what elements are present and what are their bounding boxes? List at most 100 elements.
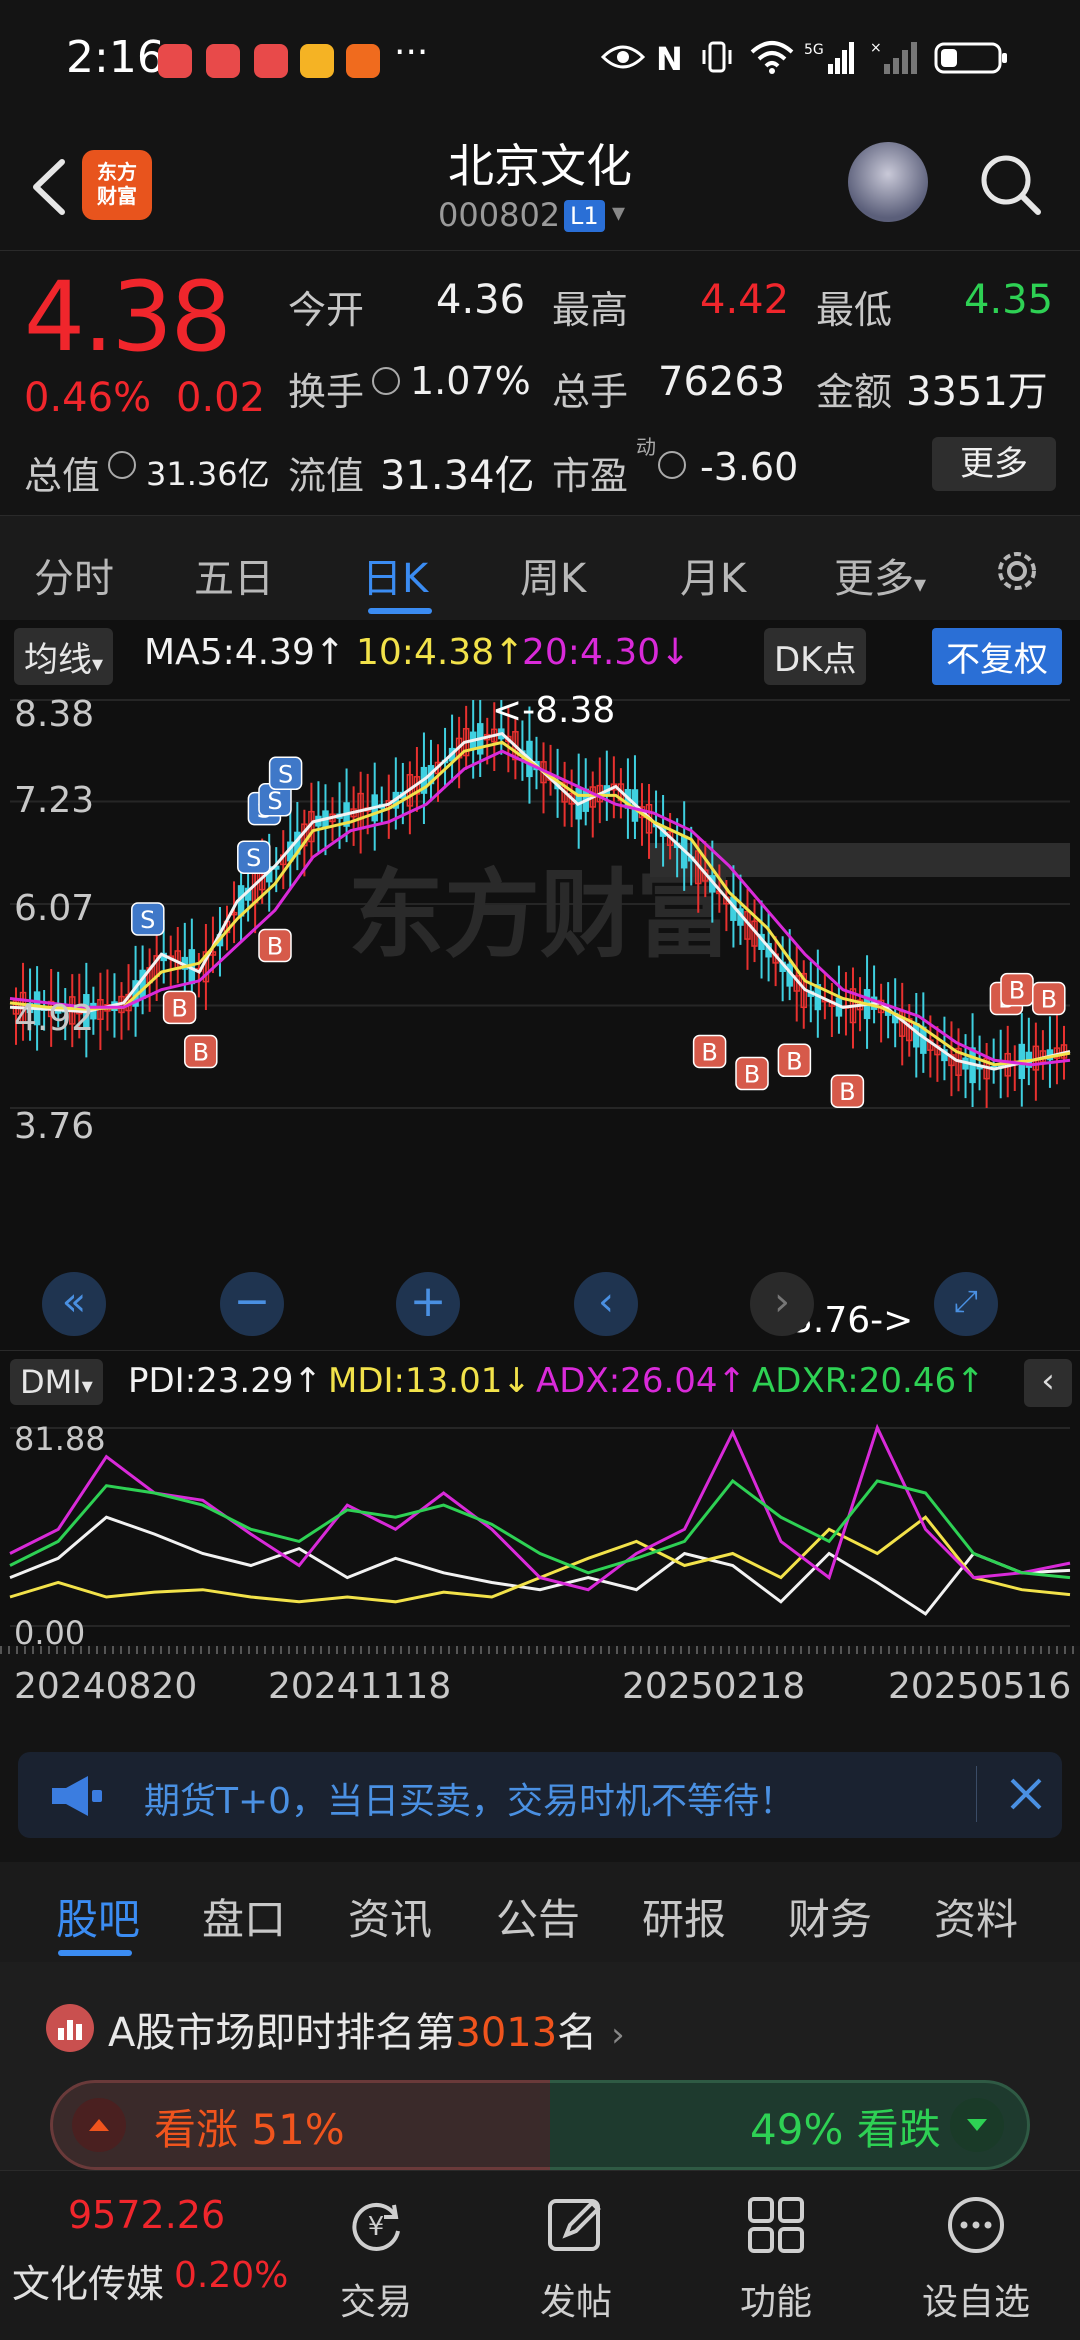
mdi-value: MDI:13.01↓ — [328, 1361, 531, 1401]
scroll-left-button[interactable]: « — [42, 1272, 106, 1336]
x-tick: 20250516 — [888, 1666, 1072, 1707]
index-quote[interactable]: 9572.26 文化传媒 0.20% — [0, 2171, 288, 2340]
dmi-chart[interactable] — [0, 1416, 1080, 1646]
zoom-in-button[interactable]: + — [396, 1272, 460, 1336]
adjust-mode-button[interactable]: 不复权 — [932, 628, 1062, 685]
tab-five-day[interactable]: 五日 — [194, 546, 274, 604]
gear-icon — [998, 552, 1036, 590]
low-value: 4.35 — [964, 277, 1054, 323]
collapse-button[interactable]: ‹ — [1024, 1359, 1072, 1407]
notification-icon — [158, 44, 192, 78]
tab-guba[interactable]: 股吧 — [56, 1886, 140, 1947]
info-tabs: 股吧 盘口 资讯 公告 研报 财务 资料 — [0, 1862, 1080, 1962]
robot-assistant-icon[interactable] — [848, 142, 928, 222]
tab-order-book[interactable]: 盘口 — [202, 1886, 286, 1947]
grid-icon — [748, 2197, 804, 2253]
nav-post[interactable]: 发帖 — [476, 2171, 676, 2340]
nfc-icon: N — [656, 40, 683, 78]
low-label: 最低 — [816, 288, 893, 332]
tab-daily-k[interactable]: 日K — [362, 546, 428, 604]
ad-text[interactable]: 期货T+0，当日买卖，交易时机不等待！ — [144, 1772, 795, 1824]
buy-signal-label: B — [744, 1061, 760, 1089]
info-icon[interactable] — [372, 367, 400, 395]
nav-functions-label: 功能 — [739, 2282, 812, 2323]
tab-profile[interactable]: 资料 — [934, 1886, 1018, 1947]
battery-icon — [934, 40, 1010, 85]
rank-chart-icon — [46, 2004, 94, 2052]
market-cap-value: 31.36亿 — [146, 455, 270, 493]
high-label: 最高 — [552, 288, 629, 332]
sub-indicator-selector[interactable]: DMI▾ — [10, 1359, 103, 1405]
caret-down-icon[interactable]: ▾ — [612, 198, 625, 228]
info-icon[interactable] — [658, 451, 686, 479]
next-button[interactable]: › — [750, 1272, 814, 1336]
dk-point-button[interactable]: DK点 — [764, 628, 867, 685]
tab-intraday[interactable]: 分时 — [34, 546, 114, 604]
chevron-left-icon: ‹ — [1041, 1361, 1055, 1401]
dmi-line-adx — [9, 1423, 1071, 1592]
chevron-left-icon: ‹ — [598, 1279, 614, 1325]
nav-add-watchlist[interactable]: 设自选 — [876, 2171, 1076, 2340]
buy-signal-label: B — [786, 1047, 802, 1075]
signal-5g-icon: 5G — [804, 40, 854, 85]
change-amount: 0.02 — [176, 375, 266, 421]
bear-label: 49% 看跌 — [750, 2105, 941, 2154]
adx-value: ADX:26.04↑ — [536, 1361, 747, 1401]
amount-label: 金额 — [816, 370, 893, 414]
y-tick: 6.07 — [14, 888, 95, 929]
y-tick: 8.38 — [14, 694, 95, 735]
rank-number: 3013 — [455, 2010, 558, 2056]
ad-banner[interactable]: 期货T+0，当日买卖，交易时机不等待！ — [18, 1752, 1062, 1838]
divider — [976, 1766, 977, 1822]
active-tab-indicator — [368, 608, 432, 614]
stock-code[interactable]: 000802 — [438, 196, 560, 234]
prev-button[interactable]: ‹ — [574, 1272, 638, 1336]
turnover-label: 换手 — [288, 370, 365, 414]
more-quote-button[interactable]: 更多 — [932, 437, 1056, 491]
tab-announcements[interactable]: 公告 — [496, 1886, 580, 1947]
double-chevron-left-icon: « — [61, 1279, 87, 1325]
wifi-icon — [750, 40, 794, 83]
weibo-icon — [300, 44, 334, 78]
search-button[interactable] — [976, 150, 1046, 220]
nav-trade-label: 交易 — [339, 2282, 412, 2323]
bottom-navigation: 9572.26 文化传媒 0.20% ¥ 交易 发帖 功能 设自选 — [0, 2170, 1080, 2340]
tab-weekly-k[interactable]: 周K — [520, 546, 586, 604]
open-value: 4.36 — [436, 277, 526, 323]
y-tick: 4.92 — [14, 998, 95, 1039]
tab-research[interactable]: 研报 — [642, 1886, 726, 1947]
indicator-selector[interactable]: 均线▾ — [14, 628, 114, 685]
tab-more[interactable]: 更多▾ — [834, 546, 926, 604]
nav-trade[interactable]: ¥ 交易 — [276, 2171, 476, 2340]
stock-header: 东方 财富 北京文化 000802 L1 ▾ — [0, 120, 1080, 250]
fullscreen-button[interactable]: ⤢ — [934, 1272, 998, 1336]
zoom-out-button[interactable]: − — [220, 1272, 284, 1336]
adxr-value: ADXR:20.46↑ — [752, 1361, 985, 1401]
pe-dynamic-mark: 动 — [636, 435, 656, 459]
index-name: 文化传媒 — [12, 2262, 165, 2306]
megaphone-icon — [48, 1774, 108, 1822]
float-cap-value: 31.34亿 — [380, 453, 535, 499]
settings-button[interactable] — [990, 544, 1044, 602]
caret-down-icon: ▾ — [914, 570, 927, 598]
open-label: 今开 — [288, 288, 365, 332]
nav-functions[interactable]: 功能 — [676, 2171, 876, 2340]
indicator-selector-label: 均线 — [24, 640, 92, 680]
index-change: 0.20% — [174, 2255, 289, 2296]
close-ad-button[interactable] — [1002, 1770, 1050, 1822]
x-axis-ticks — [0, 1646, 1080, 1654]
vote-bull-button[interactable] — [72, 2098, 126, 2152]
eye-icon — [600, 40, 646, 83]
tab-monthly-k[interactable]: 月K — [680, 546, 746, 604]
vote-bear-button[interactable] — [950, 2098, 1004, 2152]
tab-finance[interactable]: 财务 — [788, 1886, 872, 1947]
level-badge[interactable]: L1 — [564, 200, 605, 232]
info-icon[interactable] — [108, 451, 136, 479]
kline-chart-area[interactable]: 均线▾ MA5:4.39↑ 10:4.38↑ 20:4.30↓ DK点 不复权 … — [0, 620, 1080, 1730]
candlestick-chart[interactable]: 东方财富 SSSSSBBBBBBBBBB — [0, 688, 1080, 1138]
close-icon — [1010, 1778, 1042, 1810]
market-rank-text[interactable]: A股市场即时排名第3013名 › — [108, 2000, 625, 2058]
ma20-value: 20:4.30↓ — [522, 632, 691, 673]
tab-news[interactable]: 资讯 — [348, 1886, 432, 1947]
active-tab-indicator — [58, 1950, 132, 1956]
